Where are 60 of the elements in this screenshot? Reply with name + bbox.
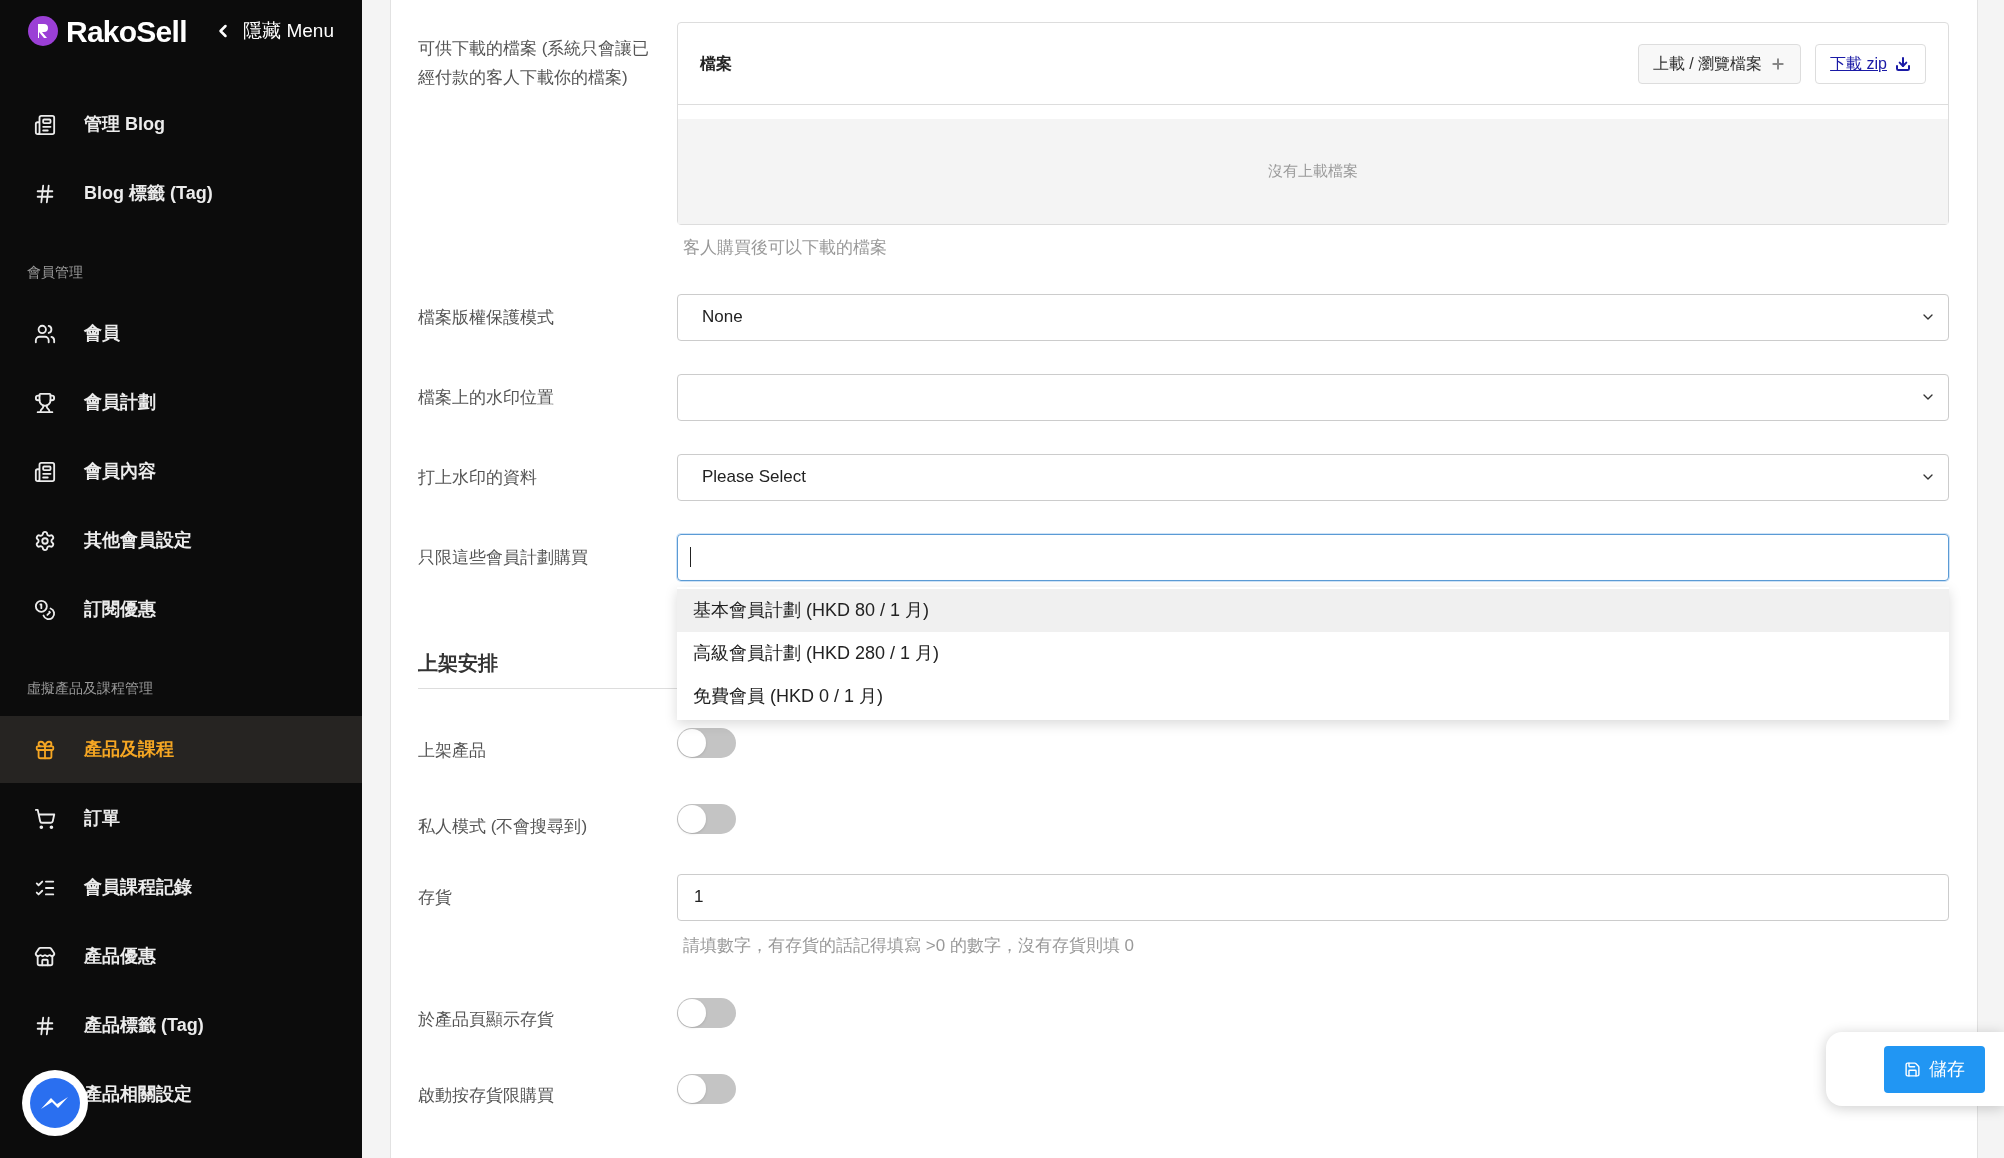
empty-message: 沒有上載檔案 — [1268, 161, 1358, 182]
sidebar-item[interactable]: 會員課程記錄 — [0, 854, 362, 921]
cart-icon — [34, 807, 56, 830]
section-heading: 上架安排 — [418, 650, 498, 676]
sidebar-item[interactable]: 產品及課程 — [0, 716, 362, 783]
download-icon — [1895, 55, 1911, 72]
field-label: 上架產品 — [418, 739, 487, 762]
save-icon — [1904, 1060, 1921, 1078]
input-field[interactable] — [677, 533, 1949, 581]
dropdown-option[interactable]: 高級會員計劃 (HKD 280 / 1 月) — [677, 631, 1949, 675]
dropdown-option[interactable]: 基本會員計劃 (HKD 80 / 1 月) — [677, 588, 1949, 632]
field-label: 檔案上的水印位置 — [418, 386, 555, 409]
sidebar-item[interactable]: 會員 — [0, 300, 362, 367]
upload-button[interactable]: 上載 / 瀏覽檔案 — [1637, 43, 1802, 84]
toggle-switch[interactable] — [677, 728, 736, 758]
select-field[interactable]: None — [677, 293, 1949, 341]
sidebar-item[interactable]: 其他會員設定 — [0, 507, 362, 574]
sidebar-section-title: 虛擬產品及課程管理 — [26, 679, 154, 698]
logo-icon — [28, 16, 58, 46]
sidebar-item[interactable]: 產品標籤 (Tag) — [0, 992, 362, 1059]
gear-icon — [34, 529, 56, 552]
brand-name: RakoSell — [66, 13, 187, 50]
store-icon — [34, 945, 56, 968]
sidebar-item[interactable]: Blog 標籤 (Tag) — [0, 160, 362, 227]
sidebar-section-title: 會員管理 — [26, 263, 84, 282]
sidebar-item[interactable]: 產品優惠 — [0, 923, 362, 990]
files-title: 檔案 — [700, 53, 732, 74]
sidebar-item[interactable]: 訂單 — [0, 785, 362, 852]
sidebar-item[interactable]: 會員計劃 — [0, 369, 362, 436]
help-text: 請填數字，有存貨的話記得填寫 >0 的數字，沒有存貨則填 0 — [682, 934, 1135, 957]
coins-icon — [34, 598, 56, 621]
select-field[interactable]: Please Select — [677, 453, 1949, 501]
hash-icon — [34, 182, 56, 205]
gift-icon — [34, 738, 56, 761]
sidebar-item[interactable]: 訂閱優惠 — [0, 576, 362, 643]
field-label: 可供下載的檔案 (系統只會讓已經付款的客人下載你的檔案) — [418, 38, 651, 89]
sidebar-item[interactable]: 管理 Blog — [0, 91, 362, 158]
toggle-switch[interactable] — [677, 997, 736, 1028]
field-label: 啟動按存貨限購買 — [418, 1085, 555, 1107]
help-text: 客人購買後可以下載的檔案 — [682, 237, 888, 259]
field-label: 只限這些會員計劃購買 — [418, 546, 589, 569]
field-label: 存貨 — [418, 886, 453, 909]
toggle-switch[interactable] — [677, 804, 736, 834]
field-label: 檔案版權保護模式 — [418, 306, 555, 329]
hide-menu-button[interactable]: 隱藏 Menu — [213, 16, 334, 46]
dropdown-option[interactable]: 免費會員 (HKD 0 / 1 月) — [677, 674, 1949, 718]
field-label: 私人模式 (不會搜尋到) — [418, 815, 589, 838]
download-zip-link[interactable]: 下載 zip — [1815, 43, 1926, 84]
messenger-icon — [28, 1076, 82, 1130]
field-label: 於產品頁顯示存貨 — [418, 1009, 555, 1031]
newspaper-icon — [34, 460, 56, 483]
newspaper-icon — [34, 113, 56, 136]
input-field[interactable]: 1 — [677, 873, 1949, 921]
select-field[interactable] — [677, 373, 1949, 421]
field-label: 打上水印的資料 — [418, 466, 538, 489]
trophy-icon — [34, 391, 56, 414]
users-icon — [34, 322, 56, 345]
hash-icon — [34, 1014, 56, 1037]
toggle-switch[interactable] — [677, 1073, 736, 1104]
sidebar-item[interactable]: 會員內容 — [0, 438, 362, 505]
